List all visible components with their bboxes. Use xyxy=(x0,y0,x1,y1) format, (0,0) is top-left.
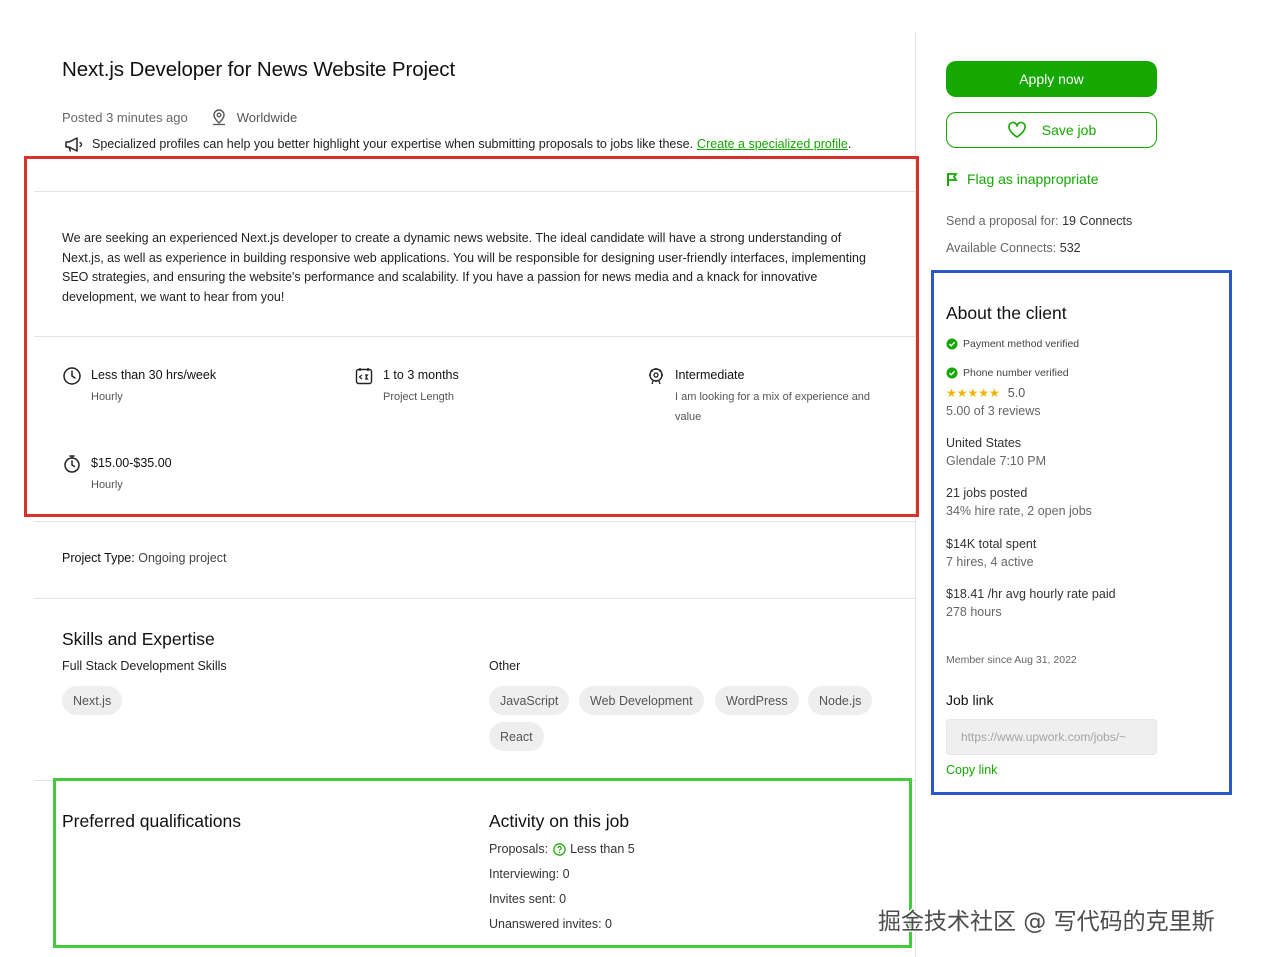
project-type-value: Ongoing project xyxy=(138,551,227,565)
available-connects: Available Connects: 532 xyxy=(946,241,1081,255)
create-specialized-profile-link[interactable]: Create a specialized profile xyxy=(697,137,848,151)
job-title: Next.js Developer for News Website Proje… xyxy=(62,58,456,81)
highlight-box-description xyxy=(24,156,919,517)
megaphone-icon xyxy=(65,137,83,152)
available-connects-value: 532 xyxy=(1059,241,1081,255)
project-type: Project Type: Ongoing project xyxy=(62,551,226,565)
skills-group-label: Other xyxy=(489,659,521,673)
divider xyxy=(34,598,915,599)
flag-icon xyxy=(947,172,958,186)
heart-icon xyxy=(1007,121,1026,138)
promo-end: . xyxy=(847,137,852,151)
highlight-box-activity xyxy=(53,778,912,948)
skills-heading: Skills and Expertise xyxy=(62,629,215,649)
promo-text: Specialized profiles can help you better… xyxy=(92,137,694,151)
save-job-label: Save job xyxy=(1041,122,1097,138)
posted-time: Posted 3 minutes ago xyxy=(62,110,188,125)
divider xyxy=(34,521,915,522)
apply-now-button[interactable]: Apply now xyxy=(946,61,1157,97)
skill-chip[interactable]: JavaScript xyxy=(489,686,570,715)
skill-chip[interactable]: Node.js xyxy=(808,686,873,715)
job-meta: Posted 3 minutes ago Worldwide xyxy=(62,108,297,127)
flag-label: Flag as inappropriate xyxy=(967,171,1099,187)
specialized-profile-notice: Specialized profiles can help you better… xyxy=(64,135,851,153)
skill-chip[interactable]: WordPress xyxy=(715,686,799,715)
watermark: 掘金技术社区 @ 写代码的克里斯 xyxy=(878,909,1215,935)
available-connects-label: Available Connects: xyxy=(946,241,1057,255)
location-pin-icon xyxy=(212,109,225,126)
skills-group-label: Full Stack Development Skills xyxy=(62,659,227,673)
highlight-box-client xyxy=(931,270,1232,795)
send-proposal-label: Send a proposal for: xyxy=(946,214,1059,228)
flag-inappropriate-link[interactable]: Flag as inappropriate xyxy=(946,171,1099,187)
skill-chip[interactable]: Next.js xyxy=(62,686,123,715)
skill-chip[interactable]: Web Development xyxy=(579,686,704,715)
send-proposal-connects: Send a proposal for: 19 Connects xyxy=(946,214,1132,228)
send-proposal-value: 19 Connects xyxy=(1062,214,1133,228)
location-text: Worldwide xyxy=(236,110,298,125)
save-job-button[interactable]: Save job xyxy=(946,112,1157,148)
project-type-label: Project Type: xyxy=(62,551,135,565)
location: Worldwide xyxy=(210,108,297,127)
skill-chip[interactable]: React xyxy=(489,722,544,751)
